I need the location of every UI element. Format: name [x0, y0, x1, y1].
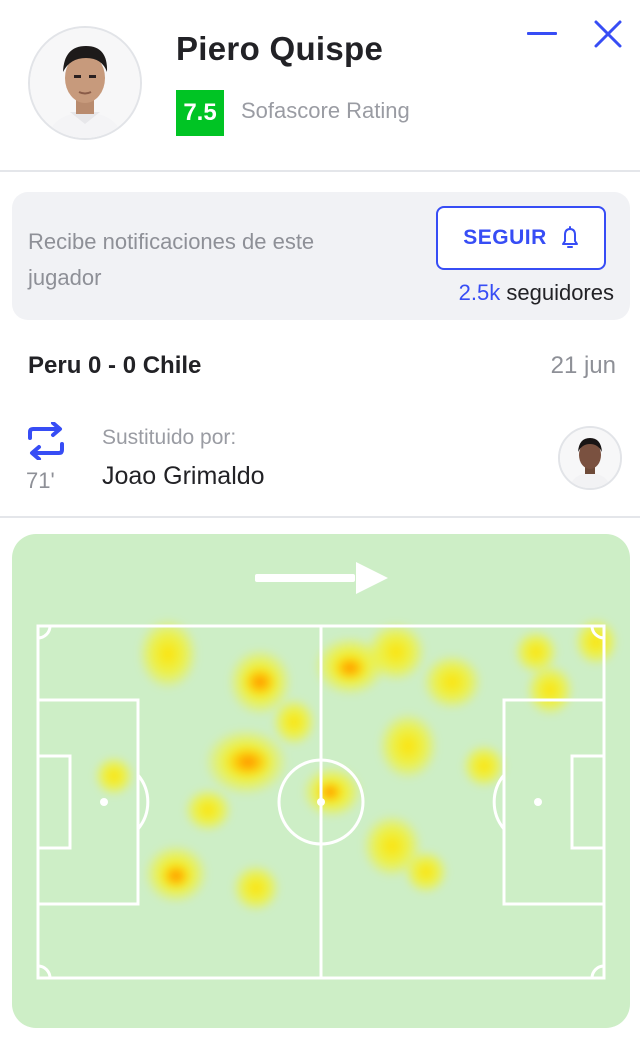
follow-notification-panel: Recibe notificaciones de este jugador SE… [12, 192, 630, 320]
followers-count: 2.5k seguidores [459, 280, 614, 306]
player-avatar [28, 26, 142, 140]
attack-direction-arrow-icon [255, 562, 388, 594]
bell-icon [561, 226, 578, 248]
substitution-minute: 71' [26, 468, 55, 493]
follow-button-label: SEGUIR [463, 226, 547, 249]
heatmap-pitch [36, 562, 618, 980]
substitute-player-avatar[interactable] [558, 426, 622, 490]
match-row[interactable]: Peru 0 - 0 Chile 21 jun [28, 352, 616, 380]
rating-badge: 7.5 [176, 90, 224, 136]
follow-button[interactable]: SEGUIR [436, 206, 606, 270]
substitute-player-name[interactable]: Joao Grimaldo [102, 462, 265, 491]
close-icon[interactable] [592, 18, 624, 50]
match-score: Peru 0 - 0 Chile [28, 352, 202, 379]
player-name: Piero Quispe [176, 30, 384, 67]
player-header: Piero Quispe 7.5 Sofascore Rating [0, 0, 640, 172]
followers-suffix: seguidores [500, 280, 614, 305]
heatmap-panel [12, 534, 630, 1028]
substitution-label: Sustituido por: [102, 426, 237, 449]
pitch-spots [100, 798, 542, 806]
minimize-icon[interactable] [526, 24, 558, 44]
heatmap-intensity [94, 618, 618, 912]
section-divider [0, 516, 640, 518]
rating-label: Sofascore Rating [241, 98, 410, 123]
substitution-icon [28, 422, 64, 460]
notification-text: Recibe notificaciones de este jugador [28, 229, 315, 290]
followers-number: 2.5k [458, 280, 501, 305]
match-date: 21 jun [550, 352, 616, 379]
